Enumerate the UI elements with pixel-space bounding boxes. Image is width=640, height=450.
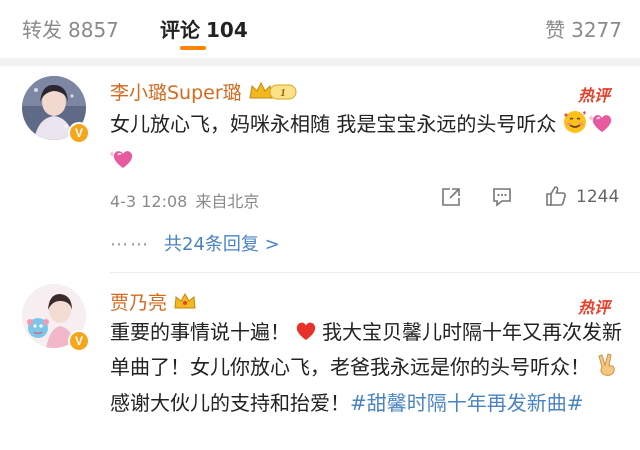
hashtag-link[interactable]: #甜馨时隔十年再发新曲# (350, 391, 584, 415)
hot-comment-tag: 热评 (577, 298, 610, 317)
username-text: 贾乃亮 (110, 292, 168, 314)
comment-text-part3: 感谢大伙儿的支持和抬爱！ (110, 391, 350, 415)
thumbs-up-icon[interactable] (544, 184, 568, 212)
red-heart-emoji-icon (294, 318, 318, 351)
comment-divider (110, 272, 640, 273)
comment-location: 来自北京 (195, 192, 260, 211)
replies-label: 共24条回复 > (164, 234, 280, 255)
share-icon[interactable] (440, 186, 462, 212)
comment-meta: 4-3 12:08 来自北京 (110, 188, 259, 212)
tab-comment[interactable]: 评论 104 (160, 14, 248, 43)
sparkling-heart-emoji-icon (109, 147, 136, 180)
comment-username[interactable]: 李小璐Super璐 1 (110, 78, 298, 107)
victory-hand-emoji-icon (596, 353, 618, 387)
comment-time: 4-3 12:08 (110, 192, 188, 211)
ellipsis-icon: ⋯⋯ (110, 234, 150, 255)
verified-badge-icon: V (68, 122, 90, 144)
tab-forward-label: 转发 (22, 18, 62, 42)
comment-text-content: 女儿放心飞，妈咪永相随 我是宝宝永远的头号听众 (110, 112, 557, 136)
verified-badge-icon: V (68, 330, 90, 352)
comment-tabs-bar: 转发 8857 评论 104 赞 3277 (0, 0, 640, 58)
tab-forward[interactable]: 转发 8857 (22, 14, 119, 43)
tab-comment-label: 评论 (160, 18, 200, 42)
avatar[interactable]: V (22, 284, 90, 352)
sparkling-heart-emoji-icon (587, 111, 615, 144)
hot-comment-tag: 热评 (577, 86, 610, 105)
comment-text-part1: 重要的事情说十遍！ (110, 320, 290, 344)
username-text: 李小璐Super璐 (110, 82, 242, 104)
like-count: 1244 (576, 187, 620, 207)
comment-item: V 贾乃亮 热评 重要的事情说十遍！ 我大宝贝馨儿时隔十年又再次发新单曲了！女儿你… (0, 280, 640, 450)
active-tab-indicator (180, 46, 206, 50)
crown-level-icon: 1 (248, 80, 298, 107)
smiling-hearts-emoji-icon (563, 110, 587, 144)
level-number: 1 (280, 87, 286, 99)
tab-like-label: 赞 (545, 18, 566, 42)
comment-item: V 李小璐Super璐 1 热评 女儿放心飞，妈咪永相随 我是宝宝永远的头号听众… (0, 66, 640, 266)
comment-username[interactable]: 贾乃亮 (110, 288, 197, 316)
tab-like-count: 3277 (571, 18, 622, 42)
crown-icon (173, 291, 197, 316)
avatar[interactable]: V (22, 76, 90, 144)
comment-text: 重要的事情说十遍！ 我大宝贝馨儿时隔十年又再次发新单曲了！女儿你放心飞，老爸我永远… (110, 316, 628, 420)
tab-forward-count: 8857 (68, 18, 119, 42)
view-replies-link[interactable]: ⋯⋯ 共24条回复 > (110, 230, 280, 256)
tab-comment-count: 104 (206, 18, 248, 42)
comment-icon[interactable] (491, 186, 513, 212)
tab-like[interactable]: 赞 3277 (545, 14, 622, 43)
section-separator (0, 58, 640, 66)
comment-text: 女儿放心飞，妈咪永相随 我是宝宝永远的头号听众 (109, 108, 628, 180)
